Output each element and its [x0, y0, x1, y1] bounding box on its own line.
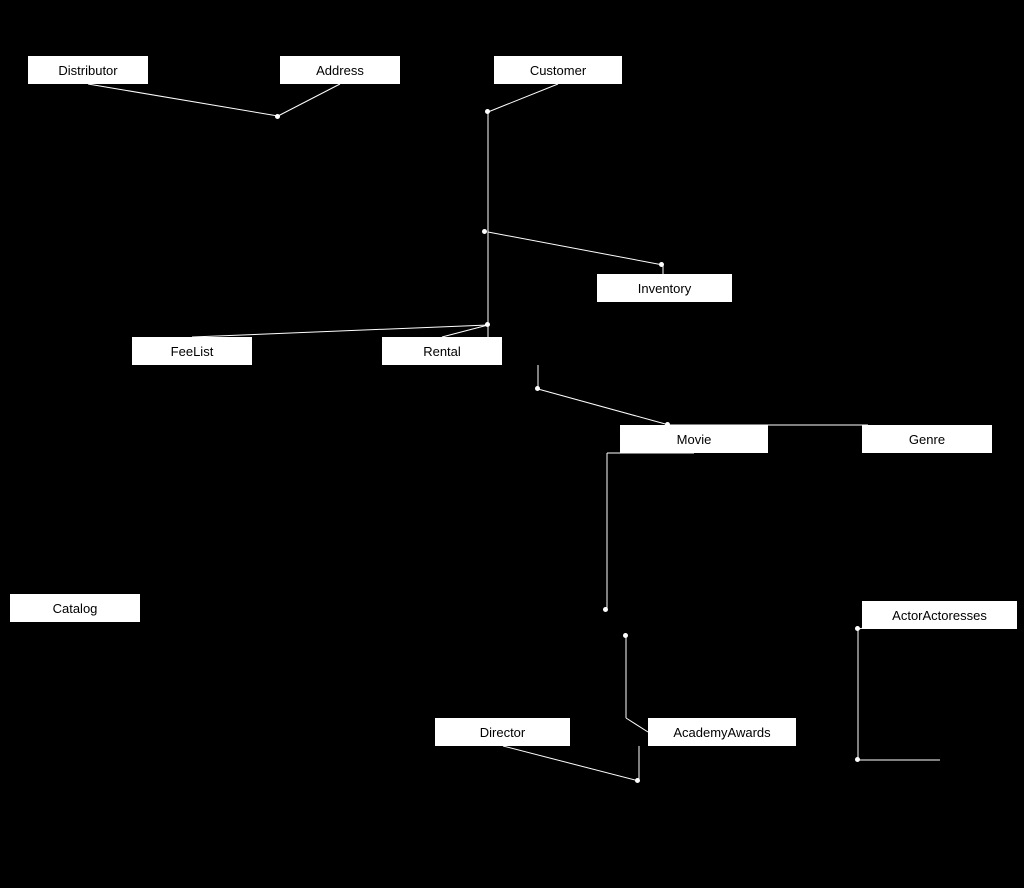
connection-dot — [482, 229, 487, 234]
connection-dot — [485, 322, 490, 327]
entity-node-actoractoresses[interactable]: ActorActoresses — [862, 601, 1017, 629]
connection-dot — [535, 386, 540, 391]
connection-dot — [603, 607, 608, 612]
entity-node-director[interactable]: Director — [435, 718, 570, 746]
connection-dot — [855, 626, 860, 631]
connection-dot — [635, 778, 640, 783]
connection-dot — [275, 114, 280, 119]
connection-dot — [659, 262, 664, 267]
entity-node-customer[interactable]: Customer — [494, 56, 622, 84]
entity-node-movie[interactable]: Movie — [620, 425, 768, 453]
entity-node-address[interactable]: Address — [280, 56, 400, 84]
entity-node-inventory[interactable]: Inventory — [597, 274, 732, 302]
connection-dot — [485, 109, 490, 114]
entity-node-distributor[interactable]: Distributor — [28, 56, 148, 84]
entity-node-genre[interactable]: Genre — [862, 425, 992, 453]
connection-dot — [855, 757, 860, 762]
entity-node-academyawards[interactable]: AcademyAwards — [648, 718, 796, 746]
entity-node-catalog[interactable]: Catalog — [10, 594, 140, 622]
entity-node-feelist[interactable]: FeeList — [132, 337, 252, 365]
connection-dot — [623, 633, 628, 638]
entity-node-rental[interactable]: Rental — [382, 337, 502, 365]
